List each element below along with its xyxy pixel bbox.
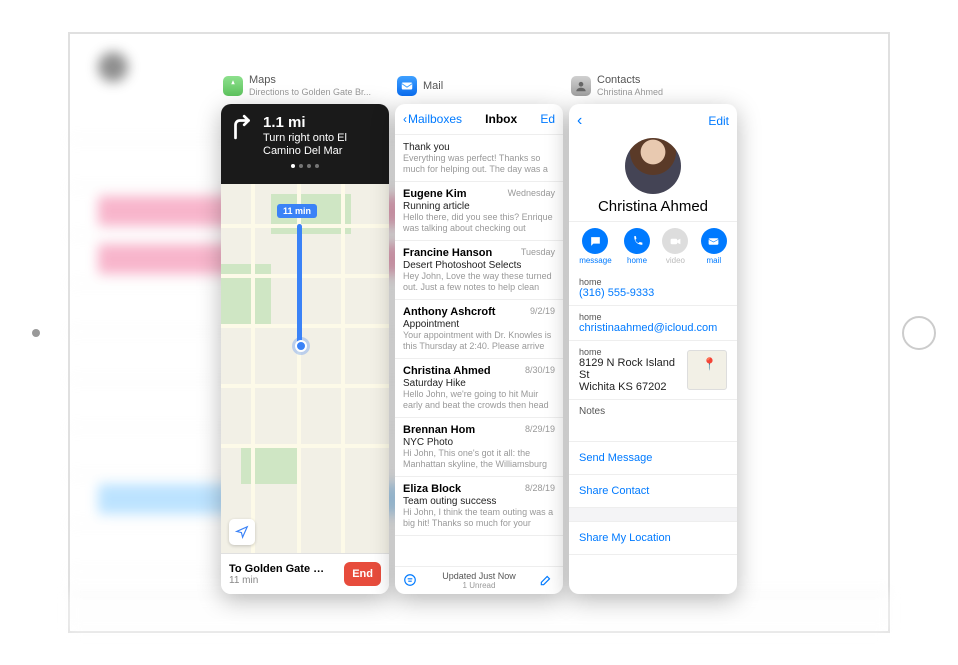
video-action: video: [662, 228, 688, 265]
mail-edit-button[interactable]: Ed: [540, 112, 555, 126]
contact-actions-row: message home video mail: [569, 222, 737, 271]
mail-preview: Hello there, did you see this? Enrique w…: [403, 212, 555, 234]
maps-instruction: Turn right onto El Camino Del Mar: [263, 132, 381, 158]
mail-date: Tuesday: [521, 247, 555, 257]
switcher-card-maps[interactable]: Maps Directions to Golden Gate Br... 1.1…: [221, 72, 389, 594]
destination-time: 11 min: [229, 575, 329, 586]
filter-icon[interactable]: [403, 573, 419, 589]
mail-icon: [701, 228, 727, 254]
contacts-app-icon: [571, 76, 591, 96]
switcher-card-contacts[interactable]: Contacts Christina Ahmed ‹ Edit Christin…: [569, 72, 737, 594]
mail-subject: Saturday Hike: [403, 378, 555, 389]
app-switcher: Maps Directions to Golden Gate Br... 1.1…: [68, 32, 890, 633]
call-action[interactable]: home: [624, 228, 650, 265]
mail-action[interactable]: mail: [701, 228, 727, 265]
route-time-badge: 11 min: [277, 204, 317, 218]
mail-subject: Running article: [403, 201, 555, 212]
turn-right-icon: [229, 114, 255, 158]
notes-field[interactable]: Notes: [569, 400, 737, 442]
mail-preview: Hi John, I think the team outing was a b…: [403, 507, 555, 529]
share-location-link[interactable]: Share My Location: [569, 522, 737, 555]
phone-icon: [624, 228, 650, 254]
mail-subject: Thank you: [403, 142, 555, 153]
card-header-contacts: Contacts Christina Ahmed: [569, 72, 737, 100]
mail-status: Updated Just Now 1 Unread: [419, 571, 539, 590]
maps-app-title: Maps: [249, 74, 371, 86]
card-header-mail: Mail: [395, 72, 563, 100]
page-dots: [229, 164, 381, 168]
mail-card[interactable]: ‹ Mailboxes Inbox Ed Thank youEverything…: [395, 104, 563, 594]
contacts-app-subtitle: Christina Ahmed: [597, 86, 663, 98]
mail-preview: Hello John, we're going to hit Muir earl…: [403, 389, 555, 411]
maps-app-icon: [223, 76, 243, 96]
mail-item[interactable]: Eliza Block8/28/19Team outing successHi …: [395, 477, 563, 536]
maps-direction-banner: 1.1 mi Turn right onto El Camino Del Mar: [221, 104, 389, 184]
back-button[interactable]: ‹: [577, 112, 582, 130]
mail-footer: Updated Just Now 1 Unread: [395, 566, 563, 594]
route-line: [297, 224, 302, 344]
mail-title: Inbox: [485, 112, 517, 126]
map-canvas[interactable]: 11 min: [221, 184, 389, 553]
mail-list[interactable]: Thank youEverything was perfect! Thanks …: [395, 135, 563, 566]
email-info[interactable]: home christinaahmed@icloud.com: [569, 306, 737, 341]
mail-app-icon: [397, 76, 417, 96]
front-camera: [32, 329, 40, 337]
address-map-thumbnail[interactable]: [687, 350, 727, 390]
message-action[interactable]: message: [579, 228, 611, 265]
contacts-navbar: ‹ Edit: [569, 104, 737, 138]
mail-subject: Desert Photoshoot Selects: [403, 260, 555, 271]
mail-item[interactable]: Thank youEverything was perfect! Thanks …: [395, 135, 563, 182]
avatar: [625, 138, 681, 194]
mail-preview: Hi John, This one's got it all: the Manh…: [403, 448, 555, 470]
share-contact-link[interactable]: Share Contact: [569, 475, 737, 508]
current-location-dot: [295, 340, 307, 352]
email-address: christinaahmed@icloud.com: [579, 322, 727, 334]
mail-date: 9/2/19: [530, 306, 555, 316]
contact-header: Christina Ahmed: [569, 138, 737, 222]
compose-icon[interactable]: [539, 573, 555, 589]
contact-name: Christina Ahmed: [569, 198, 737, 215]
mail-date: 8/30/19: [525, 365, 555, 375]
mail-subject: Team outing success: [403, 496, 555, 507]
home-button[interactable]: [902, 316, 936, 350]
mail-date: Wednesday: [508, 188, 555, 198]
mail-item[interactable]: Francine HansonTuesdayDesert Photoshoot …: [395, 241, 563, 300]
mail-date: 8/28/19: [525, 483, 555, 493]
contacts-app-title: Contacts: [597, 74, 663, 86]
mail-preview: Hey John, Love the way these turned out.…: [403, 271, 555, 293]
maps-card[interactable]: 1.1 mi Turn right onto El Camino Del Mar: [221, 104, 389, 594]
address: 8129 N Rock Island St Wichita KS 67202: [579, 357, 687, 393]
mail-subject: Appointment: [403, 319, 555, 330]
maps-footer: To Golden Gate B... 11 min End: [221, 553, 389, 594]
contacts-card[interactable]: ‹ Edit Christina Ahmed message home vid: [569, 104, 737, 594]
section-gap: [569, 508, 737, 522]
mail-preview: Everything was perfect! Thanks so much f…: [403, 153, 555, 175]
switcher-card-mail[interactable]: Mail ‹ Mailboxes Inbox Ed Thank youEvery…: [395, 72, 563, 594]
phone-number: (316) 555-9333: [579, 287, 727, 299]
edit-button[interactable]: Edit: [708, 114, 729, 128]
end-route-button[interactable]: End: [344, 562, 381, 586]
address-info[interactable]: home 8129 N Rock Island St Wichita KS 67…: [569, 341, 737, 400]
send-message-link[interactable]: Send Message: [569, 442, 737, 475]
mailboxes-back-button[interactable]: ‹ Mailboxes: [403, 112, 462, 126]
mail-subject: NYC Photo: [403, 437, 555, 448]
mail-preview: Your appointment with Dr. Knowles is thi…: [403, 330, 555, 352]
mail-date: 8/29/19: [525, 424, 555, 434]
card-header-maps: Maps Directions to Golden Gate Br...: [221, 72, 389, 100]
mail-item[interactable]: Anthony Ashcroft9/2/19AppointmentYour ap…: [395, 300, 563, 359]
locate-me-button[interactable]: [229, 519, 255, 545]
mail-item[interactable]: Brennan Hom8/29/19NYC PhotoHi John, This…: [395, 418, 563, 477]
chevron-left-icon: ‹: [403, 112, 407, 126]
maps-distance: 1.1 mi: [263, 114, 381, 131]
mail-item[interactable]: Christina Ahmed8/30/19Saturday HikeHello…: [395, 359, 563, 418]
phone-info[interactable]: home (316) 555-9333: [569, 271, 737, 306]
destination-name: To Golden Gate B...: [229, 563, 329, 575]
message-icon: [582, 228, 608, 254]
mail-navbar: ‹ Mailboxes Inbox Ed: [395, 104, 563, 135]
mail-item[interactable]: Eugene KimWednesdayRunning articleHello …: [395, 182, 563, 241]
mail-app-title: Mail: [423, 80, 443, 92]
video-icon: [662, 228, 688, 254]
maps-app-subtitle: Directions to Golden Gate Br...: [249, 86, 371, 98]
